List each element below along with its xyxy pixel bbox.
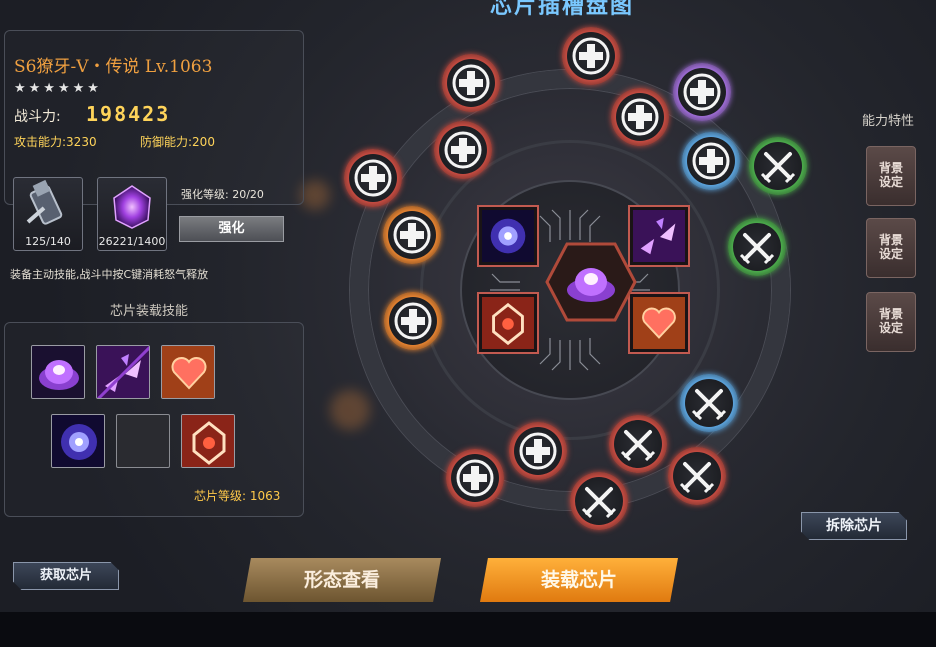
equip-chip-button[interactable]: 装载芯片 [480, 558, 678, 602]
violet-orb-skill-icon [32, 346, 84, 398]
empty-chip-slot[interactable] [344, 149, 402, 207]
power-value: 198423 [86, 102, 171, 126]
background-setting-button-2[interactable]: 背景 设定 [866, 218, 916, 278]
view-form-button[interactable]: 形态查看 [243, 558, 441, 602]
button-label: 背景 设定 [878, 161, 903, 189]
crystal-icon [113, 185, 151, 229]
empty-chip-slot[interactable] [673, 63, 731, 121]
skill-slot-heart[interactable] [161, 345, 215, 399]
ember-glow [300, 180, 330, 210]
sigil-icon [482, 297, 534, 349]
defense-stat: 防御能力:200 [140, 135, 215, 149]
plus-icon [394, 302, 432, 340]
skills-section-title: 芯片装载技能 [110, 304, 189, 319]
material-count: 125/140 [25, 235, 71, 248]
get-chip-button[interactable]: 获取芯片 [13, 562, 119, 590]
skill-slot-shards[interactable] [96, 345, 150, 399]
plus-icon [692, 142, 730, 180]
equipped-chip-slot[interactable] [728, 218, 786, 276]
skill-slot-empty[interactable] [116, 414, 170, 468]
core-slot-top-left[interactable] [477, 205, 539, 267]
core-slot-bottom-left[interactable] [477, 292, 539, 354]
crossed-swords-icon [620, 430, 656, 462]
empty-chip-slot[interactable] [434, 121, 492, 179]
enhance-button[interactable]: 强化 [179, 216, 284, 242]
background-setting-button-1[interactable]: 背景 设定 [866, 146, 916, 206]
star-rating: ★★★★★★ [14, 81, 102, 96]
remove-chip-button[interactable]: 拆除芯片 [801, 512, 907, 540]
empty-chip-slot[interactable] [442, 54, 500, 112]
empty-chip-slot[interactable] [384, 292, 442, 350]
game-window: 芯片插槽盘图 S6獠牙-Ⅴ・传说 Lv.1063 ★★★★★★ 战斗力: 198… [0, 0, 936, 612]
skill-slot-sigil[interactable] [181, 414, 235, 468]
core-hexagon-slot[interactable] [545, 242, 637, 322]
core-slot-top-right[interactable] [628, 205, 690, 267]
plus-icon [683, 73, 721, 111]
empty-chip-slot[interactable] [383, 206, 441, 264]
plus-icon [393, 216, 431, 254]
plus-icon [572, 37, 610, 75]
skill-slot-burst[interactable] [51, 414, 105, 468]
energy-burst-icon [482, 210, 534, 262]
equipped-chip-slot[interactable] [668, 447, 726, 505]
equipped-chip-slot[interactable] [680, 374, 738, 432]
wrench-icon [26, 179, 63, 225]
background-setting-button-3[interactable]: 背景 设定 [866, 292, 916, 352]
plus-icon [354, 159, 392, 197]
crystal-material-slot[interactable]: 26221/1400 [97, 177, 167, 251]
energy-burst-skill-icon [52, 415, 104, 467]
crossed-swords-icon [679, 462, 715, 494]
crossed-swords-icon [691, 389, 727, 421]
crystal-count: 26221/1400 [98, 235, 166, 248]
empty-chip-slot[interactable] [562, 27, 620, 85]
power-label: 战斗力: [14, 109, 61, 125]
plus-icon [621, 98, 659, 136]
enhance-level: 强化等级: 20/20 [181, 188, 264, 201]
plus-icon [452, 64, 490, 102]
empty-chip-slot[interactable] [446, 449, 504, 507]
shards-icon [633, 210, 685, 262]
attack-stat: 攻击能力:3230 [14, 135, 97, 149]
screen-title: 芯片插槽盘图 [490, 0, 635, 19]
plus-icon [444, 131, 482, 169]
character-name: S6獠牙-Ⅴ・传说 Lv.1063 [14, 57, 213, 77]
crossed-swords-icon [760, 152, 796, 184]
skill-description: 装备主动技能,战斗中按C键消耗怒气释放 [10, 268, 209, 281]
chip-level: 芯片等级: 1063 [194, 489, 281, 503]
heart-icon [633, 297, 685, 349]
sigil-skill-icon [182, 415, 234, 467]
heart-skill-icon [162, 346, 214, 398]
plus-icon [519, 432, 557, 470]
core-slot-bottom-right[interactable] [628, 292, 690, 354]
equipped-chip-slot[interactable] [749, 137, 807, 195]
empty-chip-slot[interactable] [611, 88, 669, 146]
empty-chip-slot[interactable] [682, 132, 740, 190]
ember-glow [330, 390, 370, 430]
shards-skill-icon [97, 346, 149, 398]
ability-traits-label: 能力特性 [862, 114, 915, 129]
crossed-swords-icon [739, 233, 775, 265]
bottom-bar [0, 612, 936, 647]
button-label: 背景 设定 [878, 233, 903, 261]
plus-icon [456, 459, 494, 497]
enhance-material-slot[interactable]: 125/140 [13, 177, 83, 251]
crossed-swords-icon [581, 487, 617, 519]
equipped-chip-slot[interactable] [570, 472, 628, 530]
empty-chip-slot[interactable] [509, 422, 567, 480]
button-label: 背景 设定 [878, 307, 903, 335]
equipped-chip-slot[interactable] [609, 415, 667, 473]
skill-slot-orb[interactable] [31, 345, 85, 399]
